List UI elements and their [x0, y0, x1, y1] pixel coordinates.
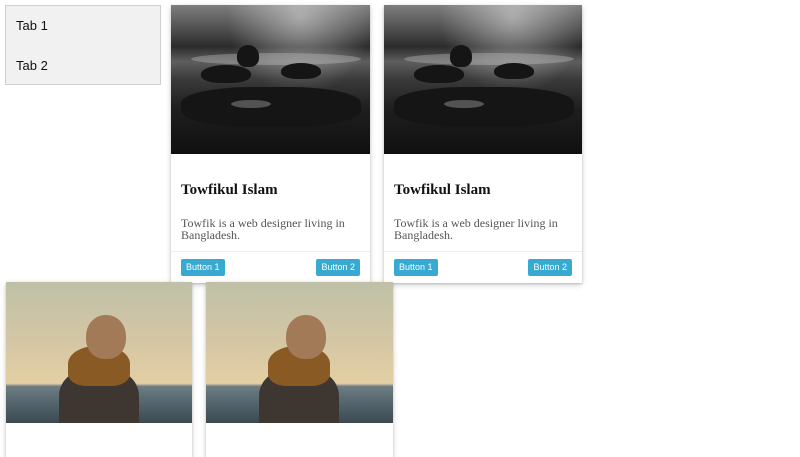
- button-2[interactable]: Button 2: [316, 259, 360, 276]
- profile-card-4: [206, 282, 393, 457]
- tab-list: Tab 1 Tab 2: [5, 5, 161, 85]
- card-actions: Button 1 Button 2: [384, 252, 582, 283]
- rocky-coast-image: [171, 5, 370, 154]
- profile-card-1: Towfikul Islam Towfik is a web designer …: [171, 5, 370, 283]
- button-2[interactable]: Button 2: [528, 259, 572, 276]
- button-1[interactable]: Button 1: [394, 259, 438, 276]
- person-at-sea-image: [6, 282, 192, 423]
- tab-1[interactable]: Tab 1: [6, 6, 160, 46]
- profile-card-2: Towfikul Islam Towfik is a web designer …: [384, 5, 582, 283]
- card-title: Towfikul Islam: [181, 182, 278, 198]
- card-title: Towfikul Islam: [394, 182, 491, 198]
- tab-2[interactable]: Tab 2: [6, 46, 160, 86]
- person-at-sea-image: [206, 282, 393, 423]
- card-actions: Button 1 Button 2: [171, 252, 370, 283]
- rocky-coast-image: [384, 5, 582, 154]
- profile-card-3: [6, 282, 192, 457]
- card-description: Towfik is a web designer living in Bangl…: [394, 216, 558, 242]
- button-1[interactable]: Button 1: [181, 259, 225, 276]
- card-description: Towfik is a web designer living in Bangl…: [181, 216, 345, 242]
